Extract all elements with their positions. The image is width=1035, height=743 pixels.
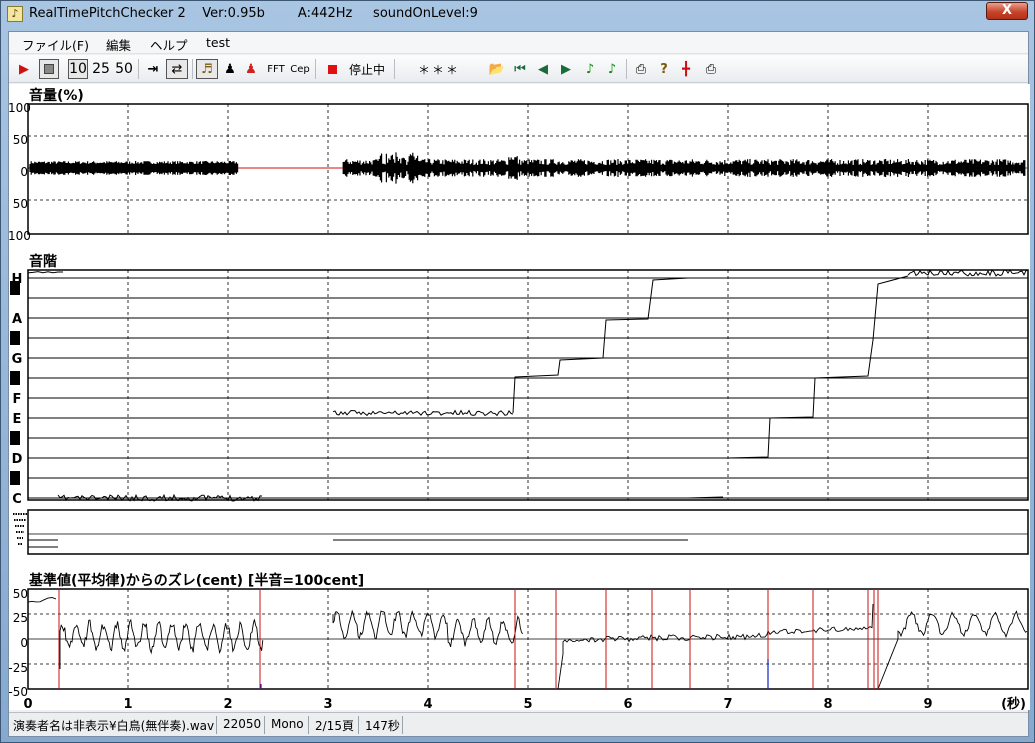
volume-waveform	[29, 152, 1026, 184]
cep-button[interactable]: Cep	[289, 59, 311, 79]
note-label: G	[12, 352, 23, 367]
person-icon[interactable]: ♟	[221, 59, 239, 79]
time-tick-label: 5	[523, 697, 532, 710]
marker-icon[interactable]: ╋	[677, 59, 695, 79]
skip-start-icon[interactable]: ⏮	[511, 59, 529, 79]
toolbar: ▶ 10 25 50 ⇥ ⇄ ♬ ♟ ♟ FFT Cep 停止中 ＊＊＊ 📂 ⏮	[9, 55, 1028, 83]
loop-icon[interactable]: ⇄	[166, 59, 188, 79]
menu-help[interactable]: ヘルプ	[147, 35, 191, 54]
toolbar-separator	[315, 59, 316, 79]
menu-file[interactable]: ファイル(F)	[19, 35, 92, 54]
time-tick-label: 6	[623, 697, 632, 710]
fft-button[interactable]: FFT	[265, 59, 287, 79]
toolbar-separator	[138, 59, 139, 79]
time-tick-label: 1	[123, 697, 132, 710]
toolbar-separator	[394, 59, 395, 79]
toolbar-separator	[626, 59, 627, 79]
cent-trace	[27, 597, 1028, 690]
print-alt-icon[interactable]: ⎙	[701, 59, 721, 79]
window-title: RealTimePitchChecker 2 Ver:0.95b A:442Hz…	[29, 6, 478, 21]
status-file: 演奏者名は非表示¥白鳥(無伴奏).wav	[9, 716, 217, 734]
black-key	[10, 471, 20, 485]
time-tick-label: 4	[423, 697, 432, 710]
prev-icon[interactable]: ◀	[534, 59, 552, 79]
note-label: C	[12, 492, 22, 507]
status-channels: Mono	[267, 716, 309, 734]
black-key	[10, 431, 20, 445]
time-tick-label: 0	[23, 697, 32, 710]
status-length: 147秒	[361, 716, 403, 734]
stop-button[interactable]	[39, 59, 59, 79]
menu-bar: ファイル(F) 編集 ヘルプ test	[9, 32, 1028, 54]
note-label: D	[12, 452, 23, 467]
note-label: E	[13, 412, 22, 427]
time-tick-label: 9	[923, 697, 932, 710]
note-icon[interactable]: ♪	[581, 59, 599, 79]
black-key	[10, 281, 20, 295]
time-tick-label: 8	[823, 697, 832, 710]
violin-icon[interactable]: ♬	[196, 59, 218, 79]
title-bar[interactable]: ♪ RealTimePitchChecker 2 Ver:0.95b A:442…	[1, 1, 1034, 27]
status-page: 2/15頁	[311, 716, 359, 734]
close-button[interactable]: X	[986, 2, 1028, 20]
play-icon[interactable]: ▶	[15, 59, 33, 79]
time-tick-label: 7	[723, 697, 732, 710]
black-key	[10, 331, 20, 345]
note-alt-icon[interactable]: ♪	[603, 59, 621, 79]
speed-10-button[interactable]: 10	[68, 59, 88, 79]
toolbar-separator	[192, 59, 193, 79]
plots-canvas[interactable]: HAGFEDC0 1 2 3 4 5 6 7 8 9 (秒)	[9, 84, 1030, 710]
panel-frame	[27, 509, 1029, 555]
next-icon[interactable]: ▶	[557, 59, 575, 79]
plot-area: 音量(%) 100 50 0 50 100 音階 基準値(平均律)からのズレ(c…	[8, 84, 1030, 710]
time-tick-label: 2	[223, 697, 232, 710]
open-folder-icon[interactable]: 📂	[487, 59, 507, 79]
client-area: ファイル(F) 編集 ヘルプ test ▶ 10 25 50 ⇥ ⇄ ♬ ♟ ♟…	[8, 31, 1030, 737]
menu-edit[interactable]: 編集	[103, 35, 134, 54]
stars-display: ＊＊＊	[417, 62, 460, 77]
jump-end-icon[interactable]: ⇥	[144, 59, 162, 79]
status-bar: 演奏者名は非表示¥白鳥(無伴奏).wav 22050 Mono 2/15頁 14…	[9, 712, 1028, 736]
black-key	[10, 371, 20, 385]
speed-25-button[interactable]: 25	[92, 59, 110, 79]
app-icon: ♪	[7, 6, 23, 22]
person-red-icon[interactable]: ♟	[242, 59, 260, 79]
speed-50-button[interactable]: 50	[115, 59, 133, 79]
status-label: 停止中	[348, 62, 385, 77]
time-unit-label: (秒)	[1001, 696, 1026, 710]
note-label: F	[13, 392, 22, 407]
app-window: ♪ RealTimePitchChecker 2 Ver:0.95b A:442…	[0, 0, 1035, 743]
status-rate: 22050	[219, 716, 265, 734]
record-indicator-icon	[325, 59, 339, 79]
time-tick-label: 3	[323, 697, 332, 710]
menu-test[interactable]: test	[203, 35, 233, 50]
help-icon[interactable]: ?	[655, 59, 673, 79]
stop-icon	[44, 64, 54, 74]
printer-icon[interactable]: ⎙	[631, 59, 651, 79]
note-label: A	[12, 312, 22, 327]
